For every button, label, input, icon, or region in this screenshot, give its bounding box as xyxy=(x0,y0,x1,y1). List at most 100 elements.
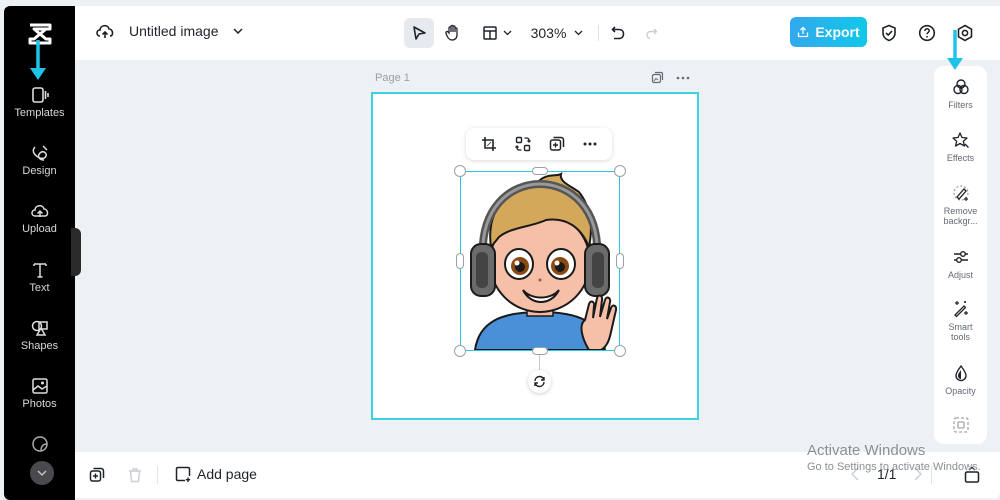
templates-icon xyxy=(31,87,49,103)
stickers-icon xyxy=(31,436,48,452)
duplicate-page-icon[interactable] xyxy=(89,467,105,483)
sidebar-item-label: Design xyxy=(22,165,57,177)
rotate-handle[interactable] xyxy=(528,370,551,393)
document-title[interactable]: Untitled image xyxy=(129,23,219,39)
add-page-label: Add page xyxy=(197,466,257,482)
panel-item-label: Effects xyxy=(946,153,975,163)
export-label: Export xyxy=(815,24,860,40)
panel-item-adjust[interactable]: Adjust xyxy=(934,248,987,280)
chevron-down-icon xyxy=(37,470,47,476)
redo-button[interactable] xyxy=(638,18,664,48)
sidebar-item-label: Upload xyxy=(22,223,57,235)
panel-item-opacity[interactable]: Opacity xyxy=(934,364,987,396)
page-navigator: 1/1 xyxy=(851,466,923,482)
panel-item-remove-background[interactable]: Remove backgr... xyxy=(934,184,987,226)
select-tool-button[interactable] xyxy=(404,18,434,48)
hand-tool-button[interactable] xyxy=(438,18,468,48)
toolbar-divider xyxy=(598,25,599,41)
panel-item-arrange[interactable] xyxy=(934,416,987,438)
undo-button[interactable] xyxy=(605,18,631,48)
annotation-arrow-icon xyxy=(947,30,963,70)
resize-handle-top[interactable] xyxy=(532,167,548,175)
floating-element-toolbar xyxy=(466,128,612,160)
resize-handle-top-left[interactable] xyxy=(454,165,466,177)
sidebar-item-design[interactable]: Design xyxy=(4,144,75,177)
document-title-area[interactable]: Untitled image xyxy=(95,22,243,40)
sidebar-item-stickers[interactable] xyxy=(4,434,75,455)
filters-icon xyxy=(952,79,969,95)
sidebar-item-templates[interactable]: Templates xyxy=(4,86,75,119)
resize-handle-bottom-left[interactable] xyxy=(454,345,466,357)
sidebar-item-shapes[interactable]: Shapes xyxy=(4,319,75,352)
resize-handle-bottom-right[interactable] xyxy=(614,345,626,357)
privacy-shield-button[interactable] xyxy=(876,18,902,48)
resize-handle-top-right[interactable] xyxy=(614,165,626,177)
panel-item-smart-tools[interactable]: Smart tools xyxy=(934,300,987,342)
redo-icon xyxy=(646,28,658,40)
sidebar-item-text[interactable]: Text xyxy=(4,261,75,294)
rotate-icon xyxy=(534,375,545,388)
add-page-button[interactable]: Add page xyxy=(175,466,257,482)
add-page-icon xyxy=(175,466,191,482)
help-circle-icon xyxy=(918,24,936,42)
sidebar-item-upload[interactable]: Upload xyxy=(4,202,75,235)
more-options-icon[interactable] xyxy=(583,142,597,146)
magic-wand-icon xyxy=(953,301,968,318)
chevron-down-icon xyxy=(232,28,243,34)
sidebar-item-label: Photos xyxy=(22,398,57,410)
panel-item-effects[interactable]: Effects xyxy=(934,131,987,163)
sidebar-item-label: Text xyxy=(29,282,50,294)
selection-frame xyxy=(460,171,620,351)
page-overview-icon[interactable] xyxy=(964,466,980,484)
bottom-divider xyxy=(157,466,158,484)
undo-icon xyxy=(611,26,625,40)
app-window: Templates Design Upload Text Shapes Phot… xyxy=(0,0,1000,500)
shield-check-icon xyxy=(882,24,896,42)
resize-handle-right[interactable] xyxy=(616,253,624,269)
sidebar-collapse-toggle[interactable] xyxy=(71,228,81,276)
chevron-down-icon xyxy=(574,30,583,36)
adjust-sliders-icon xyxy=(953,251,968,263)
export-button[interactable]: Export xyxy=(790,17,867,47)
duplicate-icon[interactable] xyxy=(549,136,565,152)
page-actions xyxy=(651,71,690,84)
panel-item-label: Adjust xyxy=(947,270,973,280)
right-tools-panel: Filters Effects Remove backgr... Adjust … xyxy=(934,66,987,444)
opacity-drop-icon xyxy=(954,364,967,382)
arrange-icon xyxy=(952,417,969,433)
rotate-connector xyxy=(539,355,540,370)
sidebar-item-label: Shapes xyxy=(20,340,59,352)
prev-page-icon[interactable] xyxy=(851,467,859,481)
layout-dropdown-button[interactable] xyxy=(477,18,517,48)
page-label: Page 1 xyxy=(375,72,410,84)
crop-icon[interactable] xyxy=(481,136,497,152)
share-upload-icon xyxy=(798,26,809,38)
pointer-icon xyxy=(413,26,426,40)
zoom-level: 303% xyxy=(530,25,567,41)
delete-page-icon[interactable] xyxy=(127,467,143,483)
design-icon xyxy=(32,145,48,161)
layout-icon xyxy=(483,26,497,40)
panel-item-label: Remove backgr... xyxy=(943,206,978,226)
panel-item-label: Smart tools xyxy=(948,322,973,342)
sidebar-item-photos[interactable]: Photos xyxy=(4,377,75,410)
chevron-down-icon xyxy=(503,30,512,36)
page-indicator: 1/1 xyxy=(877,466,897,482)
resize-handle-bottom[interactable] xyxy=(532,347,548,355)
replace-image-icon[interactable] xyxy=(515,136,531,152)
sidebar-item-label: Templates xyxy=(14,107,65,119)
next-page-icon[interactable] xyxy=(914,467,923,481)
resize-handle-left[interactable] xyxy=(456,253,464,269)
annotation-arrow-icon xyxy=(30,40,46,80)
more-options-icon[interactable] xyxy=(676,76,690,80)
duplicate-page-icon[interactable] xyxy=(651,71,664,84)
sidebar-scroll-down-button[interactable] xyxy=(30,461,54,485)
zoom-dropdown[interactable]: 303% xyxy=(527,18,587,48)
remove-background-icon xyxy=(952,185,969,201)
bottom-divider xyxy=(931,466,932,484)
help-button[interactable] xyxy=(914,18,940,48)
panel-item-filters[interactable]: Filters xyxy=(934,78,987,110)
bottom-bar: Add page 1/1 xyxy=(75,452,1000,498)
panel-item-label: Filters xyxy=(948,100,973,110)
text-icon xyxy=(32,263,47,278)
